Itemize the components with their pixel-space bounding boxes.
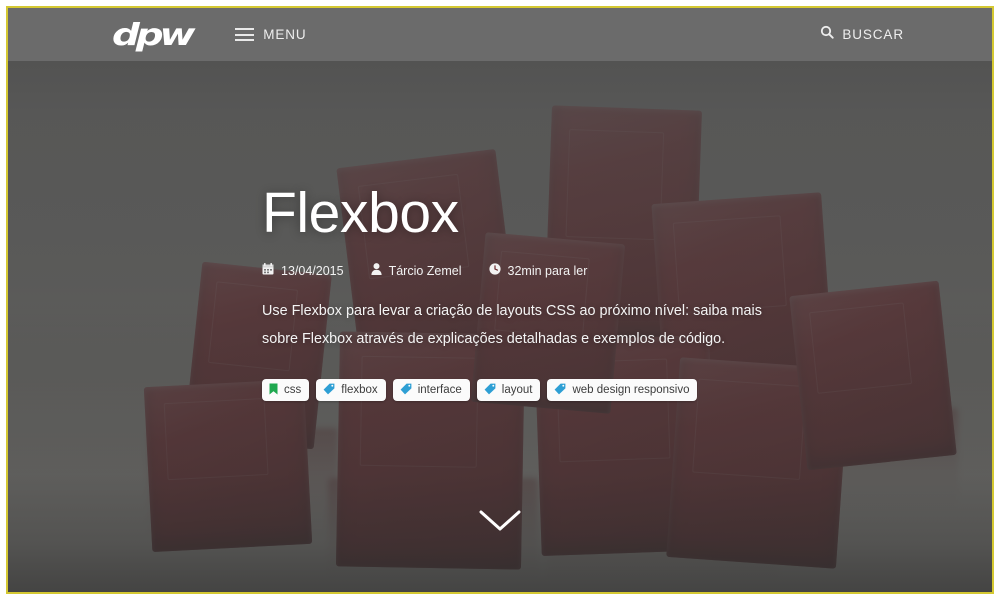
tag-label: css <box>284 384 302 397</box>
tag-label: interface <box>417 384 462 397</box>
hamburger-icon <box>235 28 255 41</box>
tag-label: web design responsivo <box>572 384 690 397</box>
chevron-down-icon <box>479 510 521 531</box>
bookmark-icon <box>269 383 278 398</box>
tag-label: flexbox <box>341 384 378 397</box>
tag-css[interactable]: css <box>262 379 310 402</box>
article-meta: 13/04/2015 Tárcio Zemel 32min para ler <box>262 263 922 278</box>
tag-icon <box>554 383 566 398</box>
menu-label: MENU <box>263 27 307 42</box>
meta-date: 13/04/2015 <box>262 263 344 278</box>
tag-icon <box>484 383 496 398</box>
meta-readtime-label: 32min para ler <box>507 263 588 278</box>
user-icon <box>370 263 382 278</box>
scroll-down-button[interactable] <box>478 508 522 539</box>
hero-content: Flexbox 13/04/2015 Tárcio Zemel 32min pa… <box>262 181 922 402</box>
tag-icon <box>323 383 335 398</box>
page-frame: dpw MENU BUSCAR Flexbox 13/04/2015 Tárci… <box>6 6 994 594</box>
tag-list: css flexbox interface layout web design … <box>262 379 922 402</box>
meta-date-label: 13/04/2015 <box>281 263 344 278</box>
hero-section: dpw MENU BUSCAR Flexbox 13/04/2015 Tárci… <box>8 8 992 592</box>
tag-label: layout <box>501 384 533 397</box>
meta-readtime: 32min para ler <box>488 263 588 278</box>
meta-author-label: Tárcio Zemel <box>388 263 462 278</box>
tag-web-design-responsivo[interactable]: web design responsivo <box>547 379 698 402</box>
meta-author: Tárcio Zemel <box>370 263 462 278</box>
menu-button[interactable]: MENU <box>235 27 306 42</box>
dpw-logo[interactable]: dpw <box>112 19 195 49</box>
search-label: BUSCAR <box>842 27 904 42</box>
clock-icon <box>488 263 501 278</box>
search-button[interactable]: BUSCAR <box>820 25 904 44</box>
tag-interface[interactable]: interface <box>392 379 470 402</box>
tag-flexbox[interactable]: flexbox <box>316 379 386 402</box>
search-icon <box>820 25 834 44</box>
tag-icon <box>400 383 412 398</box>
page-title: Flexbox <box>262 181 459 245</box>
top-navigation-bar: dpw MENU BUSCAR <box>8 8 992 61</box>
calendar-icon <box>262 263 274 278</box>
article-description: Use Flexbox para levar a criação de layo… <box>262 303 762 347</box>
tag-layout[interactable]: layout <box>476 379 541 402</box>
